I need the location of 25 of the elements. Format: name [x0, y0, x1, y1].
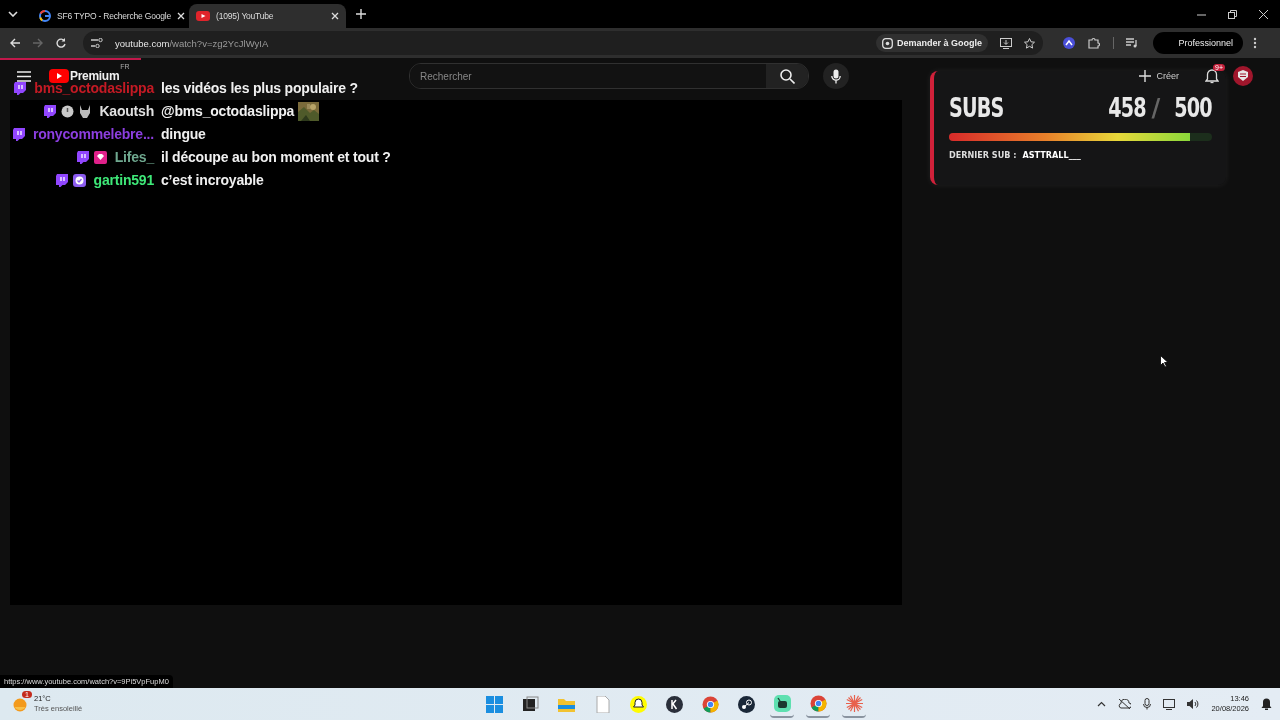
chat-message: c’est incroyable [161, 172, 264, 188]
chat-username: Lifes_ [114, 149, 154, 165]
ask-google-button[interactable]: Demander à Google [875, 34, 988, 52]
last-sub-label: DERNIER SUB : [949, 150, 1017, 160]
address-bar[interactable]: youtube.com/watch?v=zg2YcJlWyIA Demander à Google [83, 31, 1043, 55]
logo-text[interactable]: Premium [70, 69, 120, 83]
chat-username: bms_octodaslippa [34, 80, 154, 96]
profile-button[interactable]: Professionnel [1153, 32, 1243, 54]
create-button[interactable]: Créer [1133, 65, 1185, 87]
browser-tab[interactable]: SF6 TYPO - Recherche Google [32, 4, 189, 28]
subs-title: SUBS [949, 93, 1004, 123]
subs-separator: / [1151, 94, 1161, 122]
chat-username: ronycommelebre... [32, 126, 154, 142]
chat-username: gartin591 [93, 172, 154, 188]
chat-username: Kaoutsh [99, 103, 154, 119]
browser-tab[interactable]: (1095) YouTube [189, 4, 346, 28]
chat-message: il découpe au bon moment et tout ? [161, 149, 391, 165]
subs-goal: 500 [1174, 93, 1212, 123]
chat-message: @bms_octodaslippa [161, 103, 295, 119]
chat-message: les vidéos les plus populaire ? [161, 80, 358, 96]
url-text: youtube.com/watch?v=zg2YcJlWyIA [115, 37, 270, 49]
last-sub-name: ASTTRALL___ [1022, 150, 1081, 160]
chat-message: dingue [161, 126, 206, 142]
search-bar[interactable]: Rechercher [409, 63, 809, 89]
subs-current: 458 [1107, 93, 1146, 123]
